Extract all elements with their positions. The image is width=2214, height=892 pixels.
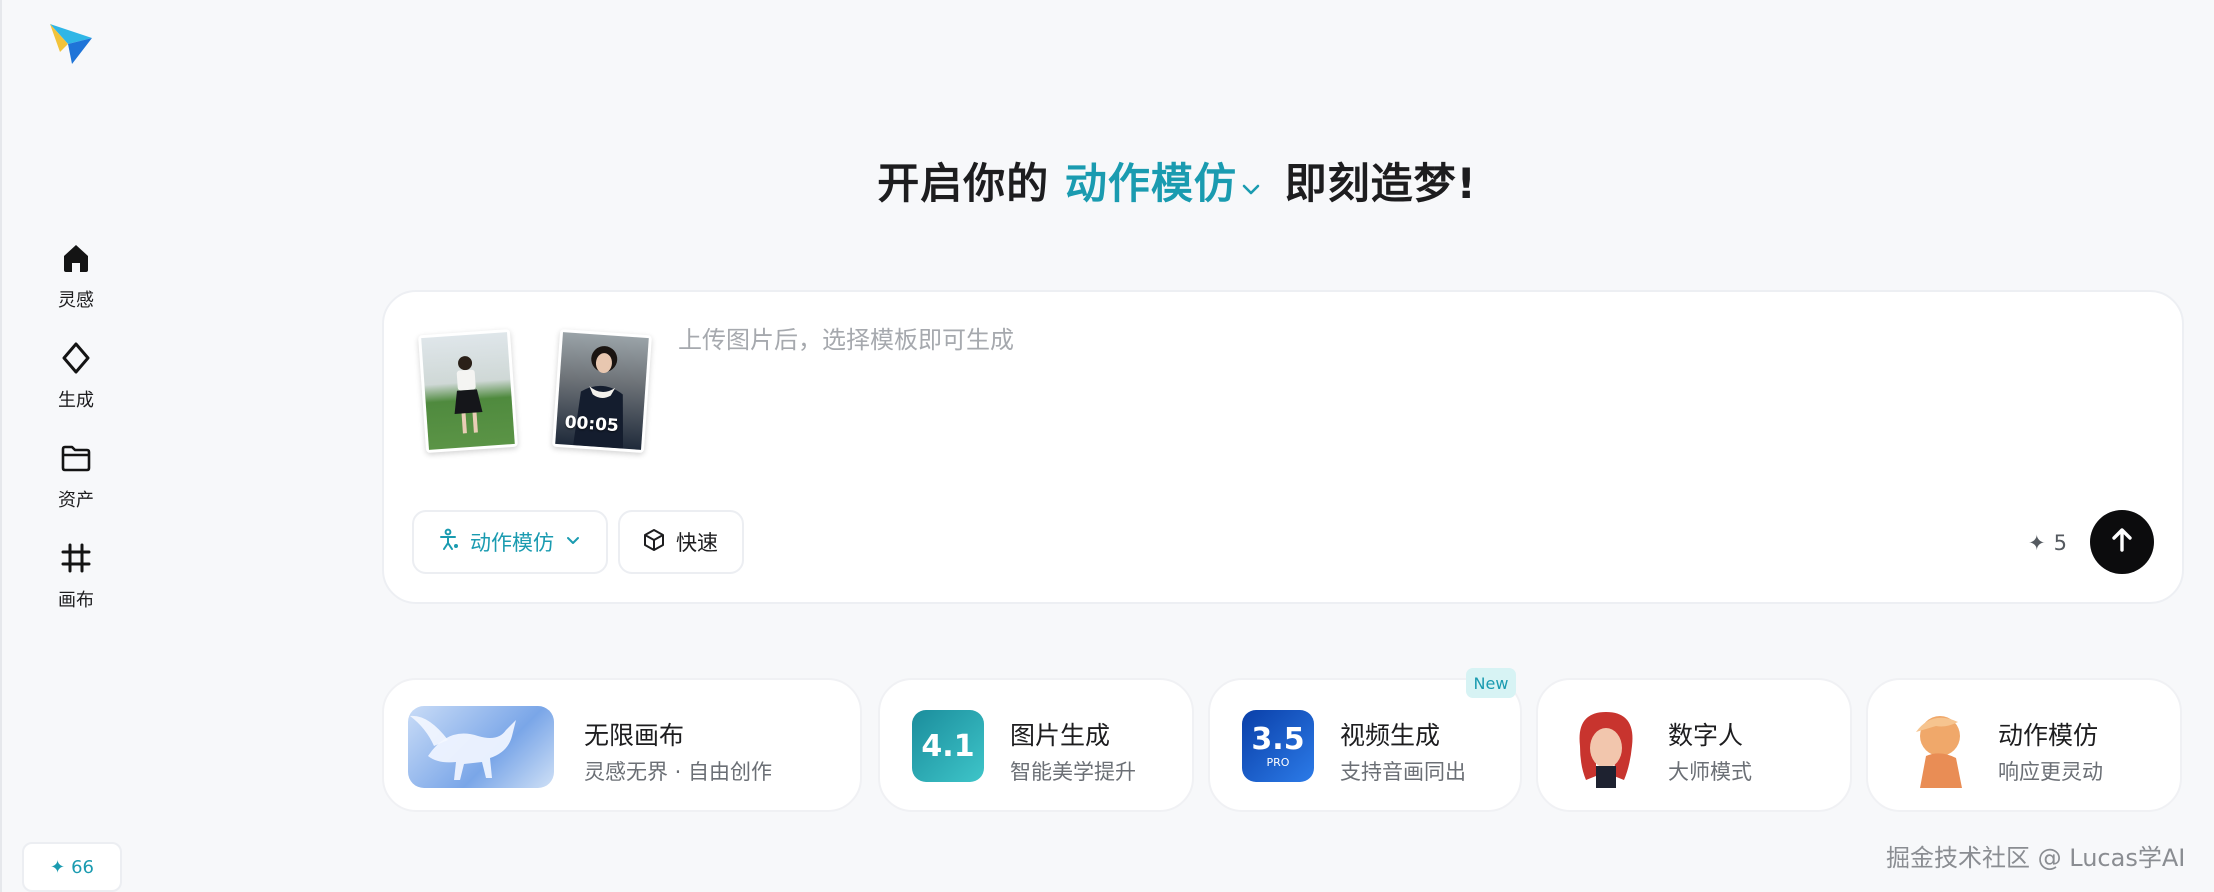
page-headline: 开启你的 动作模仿 即刻造梦! [0,150,2214,211]
speed-chip-label: 快速 [676,531,718,555]
star-icon: ✦ [50,856,66,878]
card-subtitle: 灵感无界 · 自由创作 [584,760,773,784]
new-badge: New [1466,668,1516,698]
video-model-tier: PRO [1266,755,1290,769]
card-title: 图片生成 [1010,721,1111,750]
uploaded-image-thumbnail[interactable] [417,328,519,454]
card-title: 视频生成 [1340,721,1441,750]
digital-human-avatar [1566,706,1646,788]
image-model-version: 4.1 [921,728,975,764]
sidebar-item-label: 生成 [58,390,94,411]
card-subtitle: 大师模式 [1668,760,1752,784]
chevron-down-icon [564,530,582,554]
generation-cost: ✦ 5 [2028,528,2067,558]
headline-mode-selector[interactable]: 动作模仿 [1065,159,1285,208]
uploaded-video-thumbnail[interactable]: 00:05 [551,328,653,454]
sidebar-item-generate[interactable]: 生成 [2,332,150,432]
video-model-version: 3.5 [1251,721,1305,757]
motion-imitation-image [1896,706,1976,788]
sidebar-item-canvas[interactable]: 画布 [2,532,150,632]
chevron-down-icon [1239,162,1263,211]
speed-selector-chip[interactable]: 快速 [618,510,744,574]
mode-selector-chip[interactable]: 动作模仿 [412,510,608,574]
card-title: 数字人 [1668,721,1744,750]
headline-mode-label: 动作模仿 [1064,159,1237,208]
feature-card-infinite-canvas[interactable]: 无限画布 灵感无界 · 自由创作 [382,678,862,812]
sidebar: 灵感 生成 资产 画布 ✦ 66 [0,0,148,892]
prompt-input[interactable] [678,320,2118,360]
headline-suffix: 即刻造梦! [1284,159,1477,208]
arrow-up-icon [2107,525,2137,559]
feature-card-motion-imitation[interactable]: 动作模仿 响应更灵动 [1866,678,2182,812]
sidebar-item-label: 画布 [58,590,94,611]
cost-value: 5 [2053,531,2067,555]
sidebar-item-inspiration[interactable]: 灵感 [2,232,150,332]
sidebar-nav: 灵感 生成 资产 画布 [2,232,150,632]
sidebar-item-label: 资产 [58,490,94,511]
feature-card-video-generation[interactable]: 3.5 PRO 视频生成 支持音画同出 [1208,678,1522,812]
feature-card-digital-human[interactable]: 数字人 大师模式 [1536,678,1852,812]
image-model-tile: 4.1 [912,710,984,782]
credits-count: 66 [71,856,94,878]
canvas-icon [58,540,94,576]
send-button[interactable] [2090,510,2154,574]
motion-person-icon [436,528,460,557]
video-model-tile: 3.5 PRO [1242,710,1314,782]
card-subtitle: 支持音画同出 [1340,760,1466,784]
card-subtitle: 智能美学提升 [1010,760,1136,784]
paper-plane-logo[interactable] [46,18,96,68]
card-title: 动作模仿 [1998,721,2099,750]
home-icon [58,240,94,276]
folder-icon [58,440,94,476]
sparkle-icon [58,340,94,376]
sidebar-item-label: 灵感 [58,290,94,311]
card-subtitle: 响应更灵动 [1998,760,2103,784]
headline-prefix: 开启你的 [877,159,1050,208]
video-duration: 00:05 [564,412,620,437]
mode-chip-label: 动作模仿 [470,531,554,555]
prompt-composer: 00:05 动作模仿 快速 ✦ 5 [382,290,2184,604]
card-title: 无限画布 [584,721,685,750]
watermark: 掘金技术社区 @ Lucas学AI [1886,844,2186,872]
star-icon: ✦ [2028,531,2046,555]
credits-badge[interactable]: ✦ 66 [22,842,122,892]
cube-icon [642,528,666,557]
sidebar-item-assets[interactable]: 资产 [2,432,150,532]
pegasus-image [408,706,554,788]
feature-card-image-generation[interactable]: 4.1 图片生成 智能美学提升 [878,678,1194,812]
